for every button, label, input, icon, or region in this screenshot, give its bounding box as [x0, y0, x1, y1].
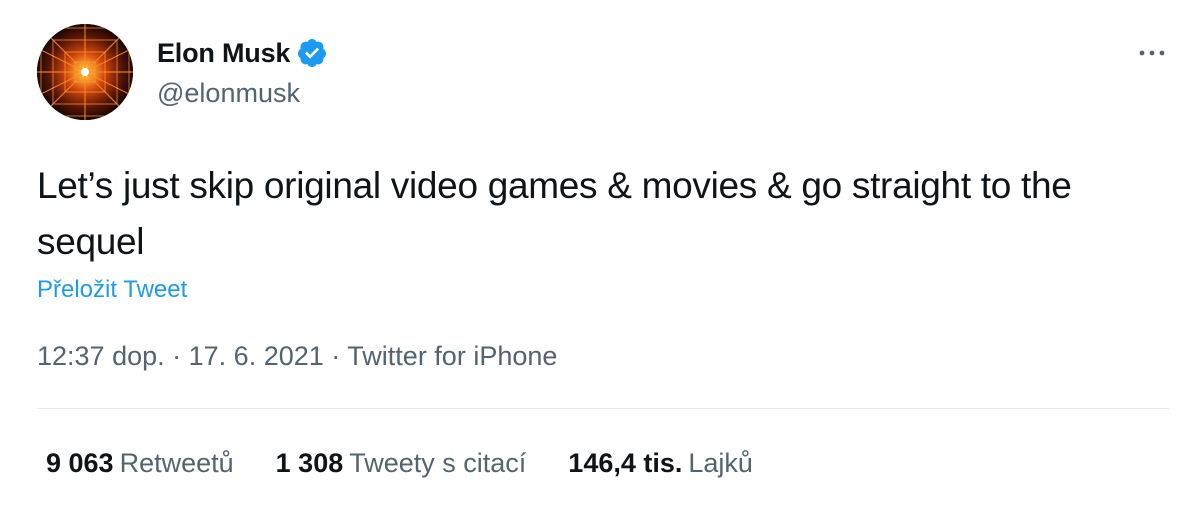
retweets-stat[interactable]: 9 063 Retweetů [46, 448, 234, 479]
tweet-text: Let’s just skip original video games & m… [37, 165, 1072, 262]
tweet-meta: 12:37 dop. · 17. 6. 2021 · Twitter for i… [37, 341, 557, 372]
verified-badge-icon [296, 37, 328, 69]
tweet-date[interactable]: 17. 6. 2021 [189, 341, 324, 371]
tweet-stats: 9 063 Retweetů 1 308 Tweety s citací 146,4… [46, 448, 795, 479]
author-handle[interactable]: @elonmusk [157, 78, 328, 109]
more-horizontal-icon [1139, 50, 1165, 56]
tweet-source[interactable]: Twitter for iPhone [347, 341, 557, 371]
divider [37, 408, 1169, 409]
more-button[interactable] [1132, 38, 1172, 68]
meta-separator: · [172, 341, 189, 371]
retweets-label: Retweetů [119, 448, 234, 478]
tweet-time[interactable]: 12:37 dop. [37, 341, 165, 371]
tweet-header: Elon Musk @elonmusk [37, 24, 1172, 120]
translate-tweet-link[interactable]: Přeložit Tweet [37, 276, 187, 304]
likes-count: 146,4 tis. [568, 448, 683, 478]
retweets-count: 9 063 [46, 448, 114, 478]
quotes-label: Tweety s citací [349, 448, 527, 478]
tweet-card: Elon Musk @elonmusk Let’s just skip orig… [0, 0, 1202, 514]
avatar[interactable] [37, 24, 133, 120]
quotes-stat[interactable]: 1 308 Tweety s citací [276, 448, 527, 479]
likes-stat[interactable]: 146,4 tis. Lajků [568, 448, 753, 479]
display-name[interactable]: Elon Musk [157, 38, 290, 69]
display-name-row: Elon Musk [157, 36, 328, 70]
quotes-count: 1 308 [275, 448, 344, 478]
author-names: Elon Musk @elonmusk [157, 36, 328, 109]
avatar-image [37, 24, 133, 120]
likes-label: Lajků [688, 448, 753, 478]
meta-separator: · [331, 341, 348, 371]
